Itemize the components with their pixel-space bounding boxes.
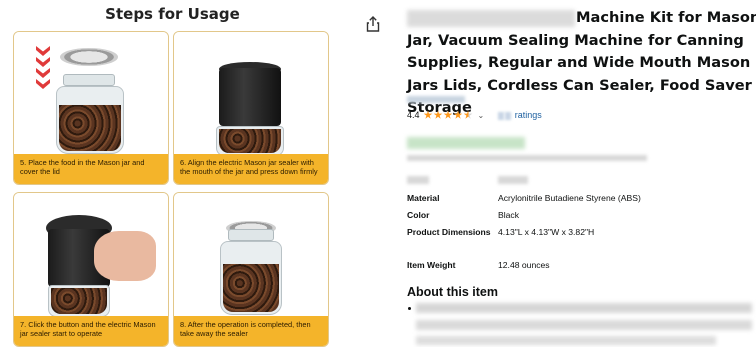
product-specs-table: Material Acrylonitrile Butadiene Styrene… bbox=[407, 192, 747, 276]
spec-value: 4.13"L x 4.13"W x 3.82"H bbox=[498, 227, 595, 237]
steps-for-usage-image[interactable]: Steps for Usage 5. Place the food in the… bbox=[0, 0, 345, 347]
step-caption: 6. Align the electric Mason jar sealer w… bbox=[174, 154, 328, 184]
step-caption: 5. Place the food in the Mason jar and c… bbox=[14, 154, 168, 184]
mason-jar bbox=[56, 86, 124, 154]
redacted-about-text bbox=[416, 336, 716, 345]
jar-neck bbox=[63, 74, 115, 86]
share-icon[interactable] bbox=[366, 16, 380, 32]
mason-jar bbox=[48, 285, 110, 317]
electric-sealer bbox=[219, 68, 281, 126]
chevron-down-icon[interactable]: ⌄ bbox=[478, 111, 485, 120]
step-card-6: 6. Align the electric Mason jar sealer w… bbox=[173, 31, 329, 185]
step-illustration-jar-lid bbox=[14, 32, 168, 154]
spec-label: Product Dimensions bbox=[407, 227, 491, 237]
redacted-about-text bbox=[416, 303, 752, 313]
spec-label: Color bbox=[407, 210, 430, 220]
ratings-link[interactable]: ratings bbox=[498, 110, 542, 120]
step-card-7: 7. Click the button and the electric Mas… bbox=[13, 192, 169, 347]
spec-value: Acrylonitrile Butadiene Styrene (ABS) bbox=[498, 193, 641, 203]
step-card-5: 5. Place the food in the Mason jar and c… bbox=[13, 31, 169, 185]
coffee-beans bbox=[59, 105, 121, 151]
step-illustration-sealed-jar bbox=[174, 193, 328, 316]
step-caption: 8. After the operation is completed, the… bbox=[174, 316, 328, 346]
spec-value: 12.48 ounces bbox=[498, 260, 550, 270]
redacted-text bbox=[407, 155, 647, 161]
bullet-icon bbox=[408, 307, 411, 310]
spec-row-material: Material Acrylonitrile Butadiene Styrene… bbox=[407, 192, 747, 209]
product-title-rest: Jar, Vacuum Sealing Machine for Canning … bbox=[407, 31, 752, 117]
spec-label: Material bbox=[407, 193, 440, 203]
redacted-about-text bbox=[416, 320, 752, 330]
spec-row-dimensions: Product Dimensions 4.13"L x 4.13"W x 3.8… bbox=[407, 226, 747, 259]
step-illustration-sealer-on-jar bbox=[174, 32, 328, 156]
step-illustration-press-button bbox=[14, 193, 168, 317]
about-heading: About this item bbox=[407, 285, 498, 299]
mason-jar bbox=[216, 126, 284, 156]
down-arrows-icon bbox=[36, 46, 52, 90]
spec-value: Black bbox=[498, 210, 520, 220]
redacted-price-label bbox=[407, 176, 429, 184]
rating-value: 4.4 bbox=[407, 110, 420, 120]
steps-title: Steps for Usage bbox=[105, 5, 240, 23]
redacted-price bbox=[498, 176, 528, 184]
mason-jar bbox=[220, 241, 282, 315]
step-card-8: 8. After the operation is completed, the… bbox=[173, 192, 329, 347]
star-rating-icon[interactable] bbox=[423, 110, 474, 120]
spec-label: Item Weight bbox=[407, 260, 456, 270]
spec-row-weight: Item Weight 12.48 ounces bbox=[407, 259, 747, 276]
product-title-line1: Machine Kit for Mason bbox=[576, 9, 756, 26]
rating-summary[interactable]: 4.4 ⌄ ratings bbox=[407, 109, 542, 121]
hand bbox=[94, 231, 156, 281]
step-caption: 7. Click the button and the electric Mas… bbox=[14, 316, 168, 346]
redacted-store-link[interactable] bbox=[407, 96, 465, 103]
coffee-beans bbox=[223, 264, 279, 312]
spec-row-color: Color Black bbox=[407, 209, 747, 226]
redacted-badge bbox=[407, 137, 525, 149]
jar-lid bbox=[60, 48, 118, 66]
